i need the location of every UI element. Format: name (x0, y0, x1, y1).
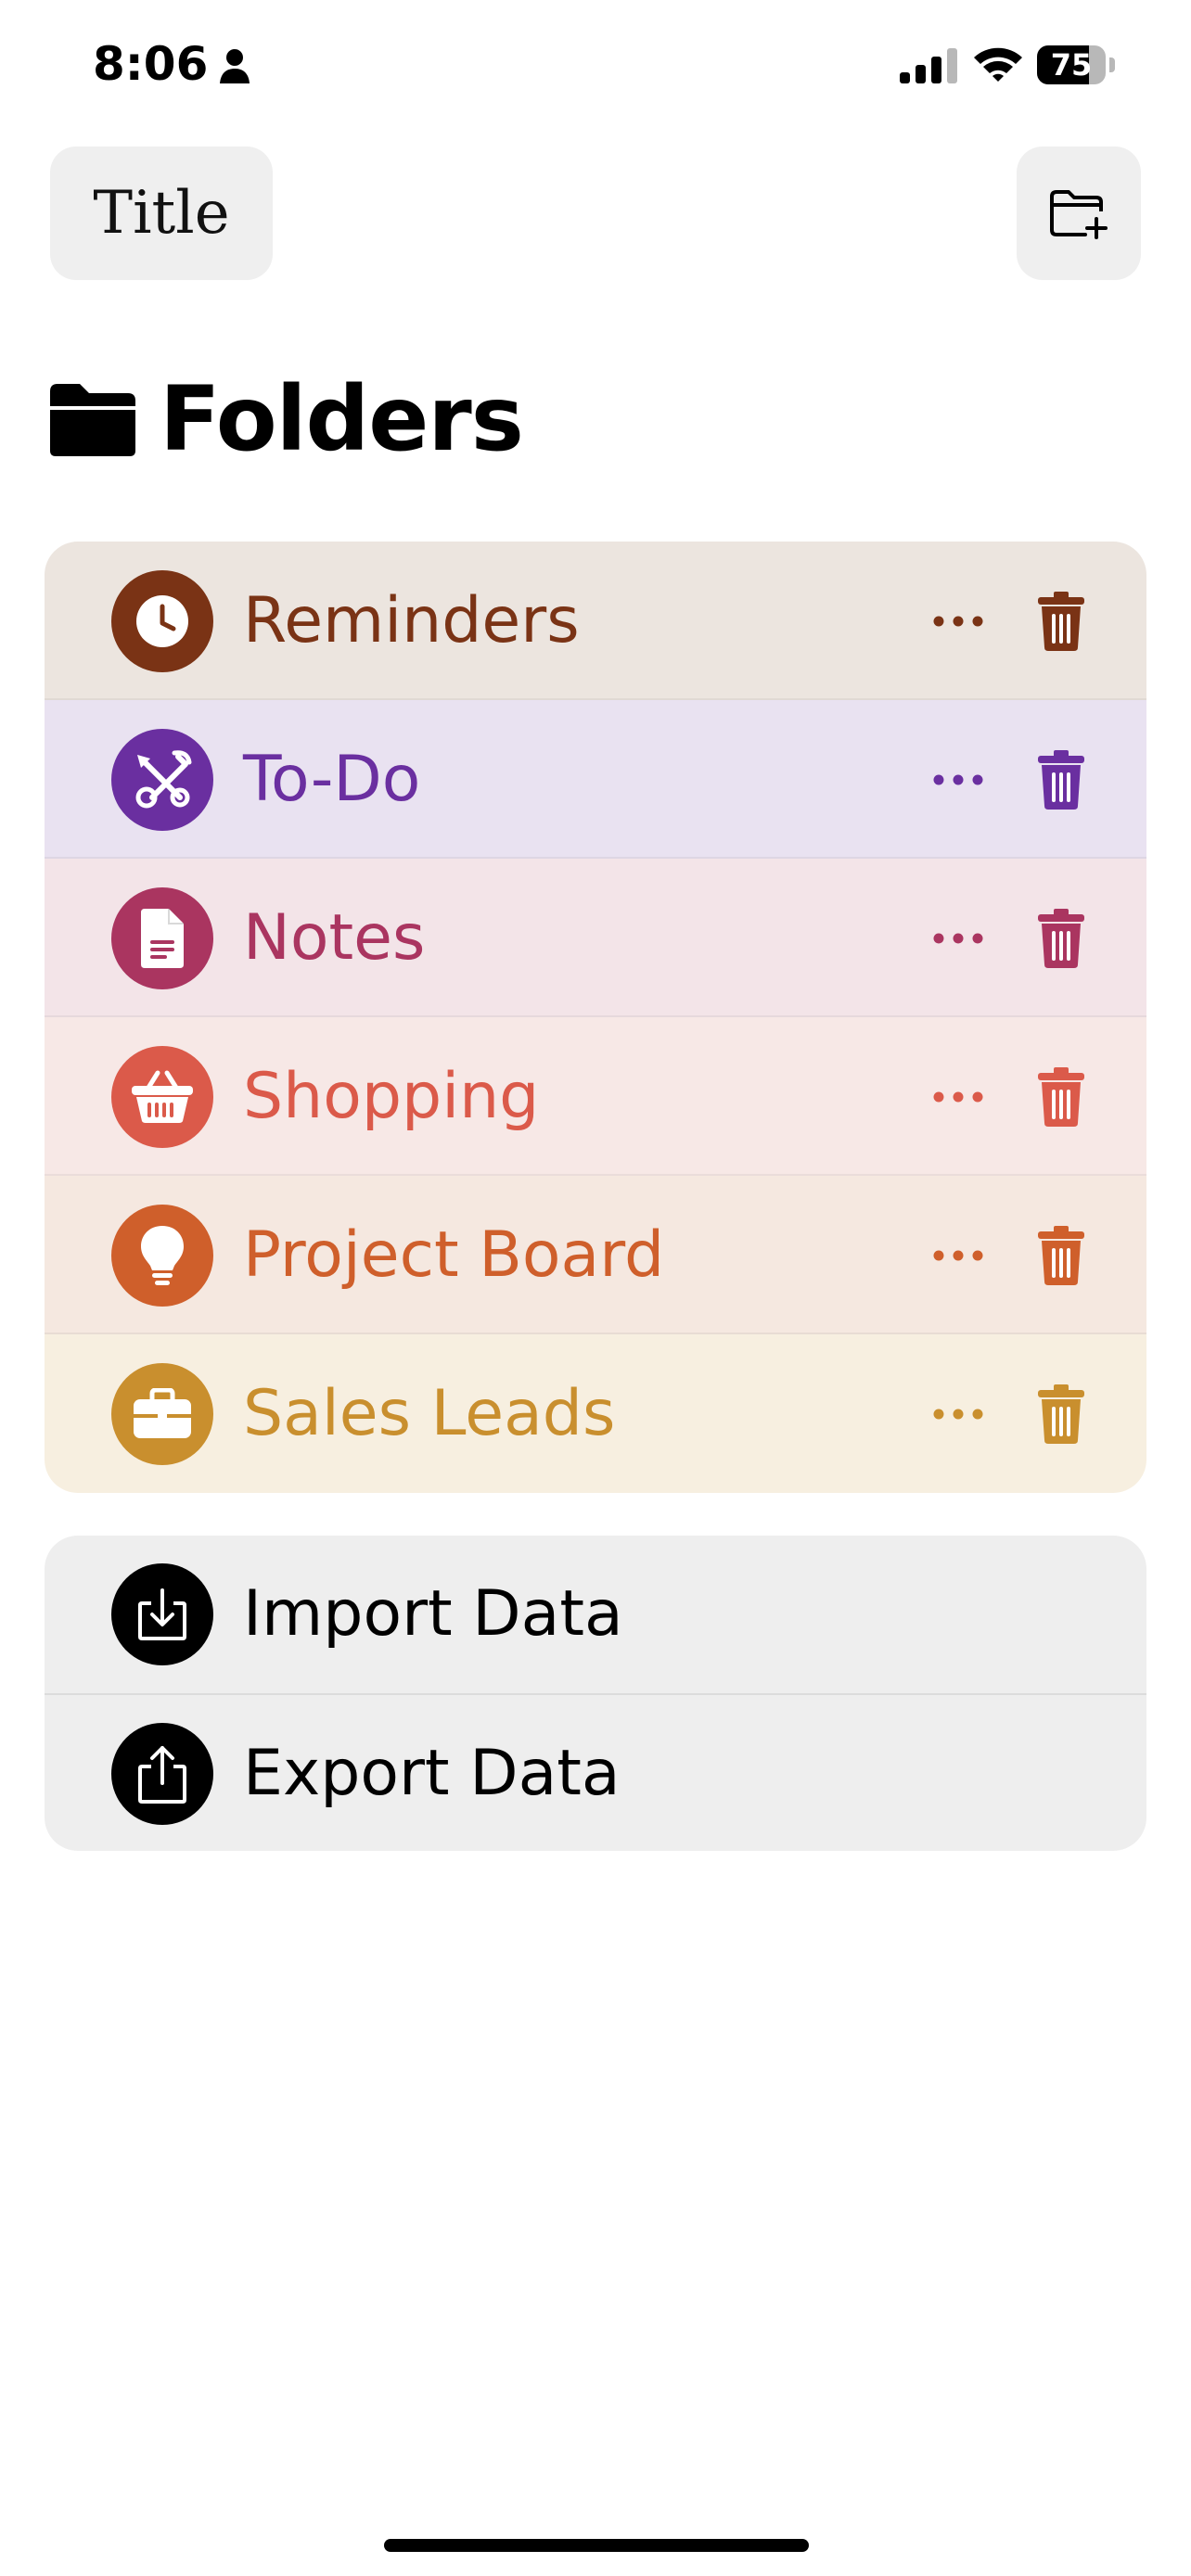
tools-icon (135, 750, 192, 809)
person-icon (220, 49, 250, 83)
export-data-label: Export Data (243, 1737, 621, 1810)
import-icon (138, 1588, 186, 1640)
folder-row-notes[interactable]: Notes (45, 859, 1146, 1017)
ellipsis-icon (933, 1409, 983, 1420)
more-options-button[interactable] (926, 752, 991, 808)
ellipsis-icon (933, 1091, 983, 1103)
folder-row-shopping[interactable]: Shopping (45, 1017, 1146, 1176)
folder-icon-badge (111, 1046, 213, 1148)
ellipsis-icon (933, 616, 983, 627)
delete-folder-button[interactable] (1028, 1218, 1095, 1293)
data-actions-list: Import Data Export Data (45, 1536, 1146, 1851)
ellipsis-icon (933, 774, 983, 785)
folder-icon-badge (111, 1205, 213, 1307)
folder-icon-badge (111, 729, 213, 831)
ellipsis-icon (933, 933, 983, 944)
delete-folder-button[interactable] (1028, 1060, 1095, 1134)
folder-row-sales-leads[interactable]: Sales Leads (45, 1334, 1146, 1493)
folder-list: Reminders To-Do Notes Shopping Project B… (45, 542, 1146, 1493)
folder-row-project-board[interactable]: Project Board (45, 1176, 1146, 1334)
more-options-button[interactable] (926, 1228, 991, 1283)
home-indicator[interactable] (384, 2539, 809, 2552)
delete-folder-button[interactable] (1028, 743, 1095, 817)
folder-icon (50, 384, 135, 456)
folder-plus-icon (1050, 190, 1108, 239)
folder-label: Project Board (243, 1218, 665, 1292)
folder-label: To-Do (243, 743, 421, 816)
import-icon-badge (111, 1563, 213, 1665)
trash-icon (1038, 1067, 1084, 1127)
briefcase-icon (134, 1388, 191, 1438)
lightbulb-icon (141, 1226, 184, 1285)
basket-icon (132, 1070, 193, 1123)
delete-folder-button[interactable] (1028, 901, 1095, 976)
page-header: Folders (46, 363, 524, 475)
status-time: 8:06 (93, 37, 209, 91)
page-title: Folders (160, 367, 524, 471)
folder-icon-badge (111, 887, 213, 989)
folder-label: Shopping (243, 1060, 540, 1133)
trash-icon (1038, 750, 1084, 810)
folder-icon-badge (111, 1363, 213, 1465)
delete-folder-button[interactable] (1028, 584, 1095, 658)
battery-percentage: 75 (1050, 47, 1093, 83)
export-icon (138, 1746, 186, 1804)
cellular-signal-icon (900, 48, 957, 83)
folder-label: Notes (243, 901, 426, 975)
delete-folder-button[interactable] (1028, 1377, 1095, 1451)
trash-icon (1038, 1226, 1084, 1285)
ellipsis-icon (933, 1250, 983, 1261)
status-bar: 8:06 75 (0, 0, 1191, 139)
export-data-button[interactable]: Export Data (45, 1693, 1146, 1851)
folder-label: Reminders (243, 584, 580, 657)
trash-icon (1038, 909, 1084, 968)
import-data-label: Import Data (243, 1577, 623, 1651)
folder-icon-badge (111, 570, 213, 672)
clock-icon (136, 595, 188, 647)
import-data-button[interactable]: Import Data (45, 1536, 1146, 1693)
folder-row-reminders[interactable]: Reminders (45, 542, 1146, 700)
battery-indicator: 75 (1037, 45, 1115, 86)
folder-row-to-do[interactable]: To-Do (45, 700, 1146, 859)
new-folder-button[interactable] (1017, 147, 1141, 280)
folder-label: Sales Leads (243, 1377, 616, 1450)
title-button[interactable]: Title (50, 147, 273, 280)
more-options-button[interactable] (926, 593, 991, 649)
export-icon-badge (111, 1723, 213, 1825)
more-options-button[interactable] (926, 1386, 991, 1442)
document-icon (141, 909, 184, 968)
more-options-button[interactable] (926, 1069, 991, 1125)
trash-icon (1038, 592, 1084, 651)
more-options-button[interactable] (926, 911, 991, 966)
wifi-icon (974, 47, 1022, 82)
trash-icon (1038, 1384, 1084, 1444)
